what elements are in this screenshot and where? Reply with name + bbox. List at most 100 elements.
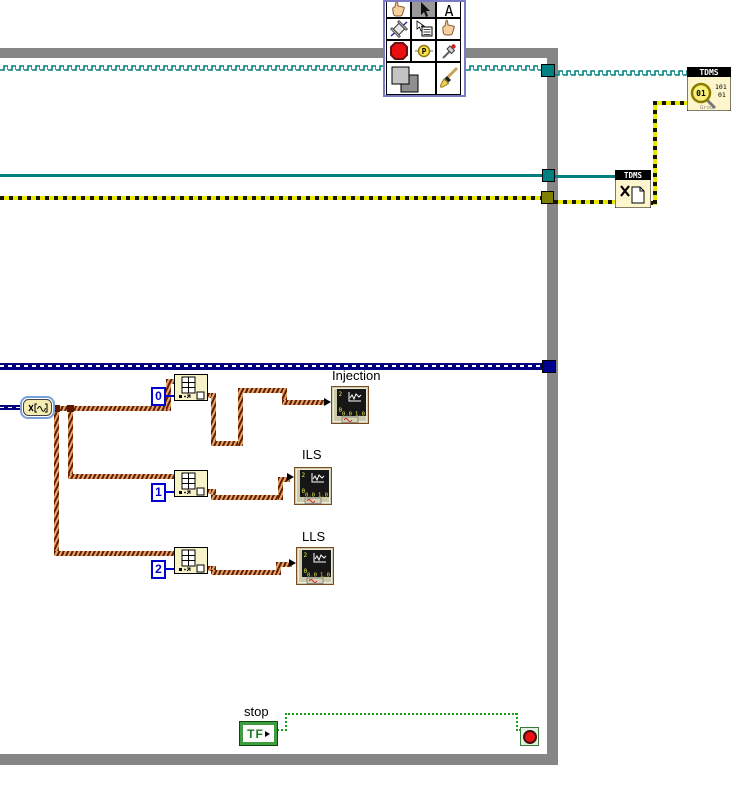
waveform-wire-segment[interactable] — [238, 388, 243, 446]
index-array-node[interactable] — [174, 470, 208, 497]
waveform-wire-segment[interactable] — [211, 393, 216, 446]
svg-text:TDMS: TDMS — [624, 171, 643, 180]
waveform-graph-icon — [294, 467, 332, 505]
index-constant[interactable]: 0 — [151, 387, 166, 406]
svg-text:TDMS: TDMS — [699, 68, 718, 77]
error-wire-segment[interactable] — [554, 200, 615, 204]
waveform-wire-segment[interactable] — [211, 495, 283, 500]
index-wire-stub — [166, 395, 174, 397]
tool-paint[interactable] — [436, 62, 461, 95]
svg-text:01: 01 — [696, 89, 706, 98]
waveform-wire-segment[interactable] — [211, 570, 281, 575]
dynamic-data-wire[interactable] — [0, 363, 542, 370]
svg-text:P: P — [421, 47, 426, 56]
graph-label: Injection — [332, 368, 381, 383]
tools-palette[interactable]: A P — [383, 0, 466, 97]
tdms-viewer-icon: TDMS 101 01 Grou 01 — [686, 66, 732, 112]
loop-tunnel-refnum[interactable] — [542, 169, 555, 182]
waveform-wire-segment[interactable] — [68, 406, 73, 478]
waveform-wire-segment[interactable] — [282, 400, 326, 405]
position-select-icon — [420, 2, 430, 17]
tool-edit-text[interactable]: A — [436, 2, 461, 20]
block-diagram-canvas[interactable]: 2 0 0.0 1.0 — [0, 0, 736, 785]
waveform-wire-segment[interactable] — [54, 551, 175, 556]
tool-set-color[interactable] — [386, 62, 436, 95]
breakpoint-icon — [389, 42, 408, 60]
tdms-close-node[interactable]: TDMS — [614, 169, 652, 209]
object-shortcut-menu-icon — [416, 20, 432, 37]
operate-value-icon — [389, 0, 409, 20]
waveform-wire-segment[interactable] — [68, 474, 175, 479]
index-array-icon — [179, 472, 205, 496]
eyedropper-icon — [441, 44, 456, 59]
terminal-input-arrow — [289, 559, 296, 567]
stop-label: stop — [244, 704, 269, 719]
tool-position-select[interactable] — [411, 2, 436, 18]
index-array-node[interactable] — [174, 547, 208, 574]
boolean-wire-segment[interactable] — [285, 713, 287, 731]
tool-set-breakpoint[interactable] — [386, 40, 411, 62]
index-array-icon — [179, 549, 205, 573]
while-loop-top-border[interactable] — [0, 48, 558, 58]
edit-text-icon: A — [444, 2, 453, 20]
svg-text:A: A — [444, 2, 453, 20]
graph-label: ILS — [302, 447, 322, 462]
graph-label: LLS — [302, 529, 326, 544]
tdms-refnum-wire-segment[interactable] — [466, 64, 541, 72]
while-loop-right-border[interactable] — [547, 48, 558, 765]
loop-tunnel-error[interactable] — [541, 191, 554, 204]
terminal-output-arrow — [264, 730, 270, 737]
dynamic-data-wire[interactable] — [0, 405, 20, 410]
waveform-graph-icon — [331, 386, 369, 424]
set-color-icon — [391, 66, 419, 93]
wire-junction — [67, 405, 74, 412]
index-constant[interactable]: 1 — [151, 483, 166, 502]
error-wire-segment[interactable] — [653, 101, 657, 205]
terminal-input-arrow — [324, 398, 331, 406]
refnum-wire-segment[interactable] — [0, 174, 542, 177]
tool-probe-data[interactable]: P — [411, 40, 436, 62]
terminal-input-arrow — [287, 473, 294, 481]
tool-object-shortcut-menu[interactable] — [411, 18, 436, 40]
stop-sign-icon — [522, 729, 537, 744]
boolean-terminal-text: TF — [247, 726, 264, 741]
waveform-graph-terminal-injection[interactable] — [331, 386, 369, 424]
svg-text:01: 01 — [718, 91, 726, 99]
while-loop-bottom-border[interactable] — [0, 754, 558, 765]
waveform-graph-terminal-ils[interactable] — [294, 467, 332, 505]
scroll-window-icon — [439, 19, 459, 39]
svg-text:101: 101 — [715, 83, 727, 91]
tool-get-color[interactable] — [436, 40, 461, 62]
convert-from-dynamic-data-node[interactable] — [20, 396, 55, 419]
tdms-close-icon: TDMS — [614, 169, 652, 209]
probe-icon: P — [414, 44, 433, 58]
waveform-graph-terminal-lls[interactable] — [296, 547, 334, 585]
error-wire-segment[interactable] — [0, 196, 541, 200]
stop-boolean-terminal[interactable]: TF — [240, 722, 277, 745]
boolean-wire-segment[interactable] — [285, 713, 517, 715]
waveform-wire-segment[interactable] — [238, 388, 287, 393]
loop-tunnel-refnum[interactable] — [541, 64, 555, 77]
loop-condition-terminal[interactable] — [520, 727, 539, 746]
tdms-refnum-wire-segment[interactable] — [0, 64, 383, 72]
paintbrush-icon — [440, 66, 459, 88]
wire-dash-pattern — [0, 407, 20, 408]
index-array-icon — [179, 376, 205, 400]
index-array-node[interactable] — [174, 374, 208, 401]
refnum-wire-segment[interactable] — [555, 175, 615, 178]
tool-scroll-window[interactable] — [436, 18, 461, 40]
connect-wire-icon — [389, 20, 408, 38]
tdms-viewer-node[interactable]: TDMS 101 01 Grou 01 — [686, 66, 732, 112]
index-constant[interactable]: 2 — [151, 560, 166, 579]
convert-from-dynamic-data-icon — [20, 396, 55, 419]
waveform-graph-icon — [296, 547, 334, 585]
index-wire-stub — [166, 491, 174, 493]
index-wire-stub — [166, 568, 174, 570]
loop-tunnel-dynamic-data[interactable] — [542, 360, 556, 373]
waveform-wire-segment[interactable] — [54, 406, 59, 555]
tdms-refnum-wire-segment[interactable] — [555, 69, 687, 77]
tool-operate-value[interactable] — [386, 0, 411, 20]
wire-dash-pattern — [0, 365, 542, 367]
tool-connect-wire[interactable] — [386, 18, 411, 40]
error-wire-segment[interactable] — [653, 101, 688, 105]
